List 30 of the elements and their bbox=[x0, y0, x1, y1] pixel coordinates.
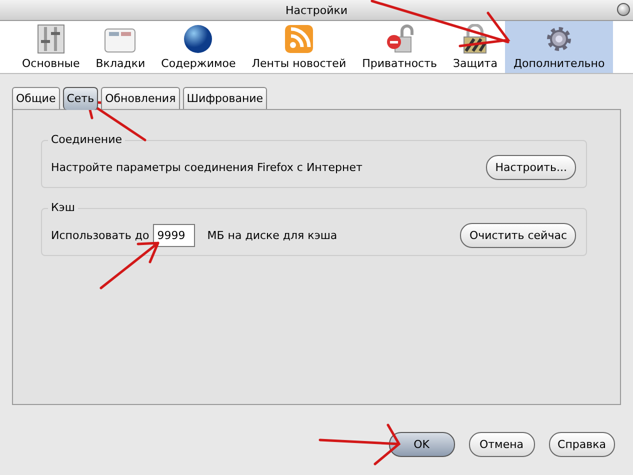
toolbar-item[interactable]: Вкладки bbox=[88, 21, 154, 73]
window-title: Настройки bbox=[285, 4, 348, 16]
action-button[interactable]: Очистить сейчас bbox=[460, 222, 576, 248]
tab[interactable]: Общие bbox=[12, 87, 60, 109]
dialog-button[interactable]: OK bbox=[388, 432, 455, 457]
field-label: Использовать до bbox=[51, 228, 150, 242]
toolbar-item[interactable]: Содержимое bbox=[153, 21, 244, 73]
close-icon[interactable] bbox=[617, 3, 630, 16]
toolbar-item[interactable]: Дополнительно bbox=[505, 21, 613, 73]
dialog-button[interactable]: Отмена bbox=[468, 432, 535, 457]
action-button[interactable]: Настроить... bbox=[486, 154, 576, 180]
description-text: Настройте параметры соединения Firefox с Интернет bbox=[51, 160, 362, 174]
toolbar-item[interactable]: Защита bbox=[445, 21, 506, 73]
window-icon bbox=[104, 26, 136, 54]
globe-icon bbox=[183, 24, 214, 54]
group-title: Кэш bbox=[48, 201, 78, 214]
tab[interactable]: Шифрование bbox=[182, 87, 268, 109]
feed-icon bbox=[284, 24, 314, 54]
group-title: Соединение bbox=[48, 133, 126, 146]
tab[interactable]: Обновления bbox=[101, 87, 180, 109]
toolbar-item[interactable]: Приватность bbox=[354, 21, 445, 73]
dialog-button[interactable]: Справка bbox=[548, 432, 615, 457]
unit-label: МБ на диске для кэша bbox=[207, 228, 338, 242]
toolbar-item[interactable]: Ленты новостей bbox=[244, 21, 354, 73]
input-field[interactable]: 9999 bbox=[153, 224, 196, 246]
unlocked-padlock-icon bbox=[384, 24, 415, 54]
toolbar-item[interactable]: Основные bbox=[14, 21, 88, 73]
sliders-icon bbox=[36, 24, 66, 54]
annotation-arrow bbox=[100, 242, 160, 290]
tab[interactable]: Сеть bbox=[62, 87, 98, 110]
